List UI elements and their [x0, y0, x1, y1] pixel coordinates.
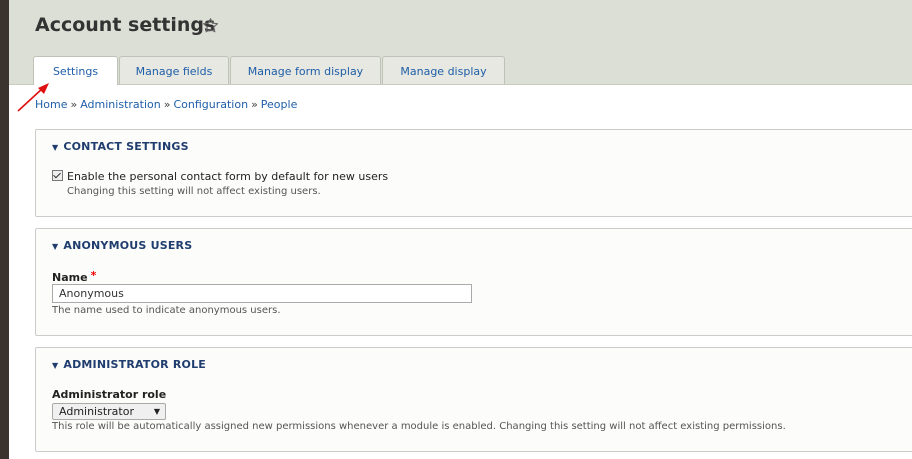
contact-settings-legend-text: CONTACT SETTINGS [63, 140, 189, 153]
page-header: Account settings Settings Manage fields … [9, 0, 912, 85]
tab-manage-display[interactable]: Manage display [382, 56, 505, 84]
triangle-down-icon: ▼ [52, 242, 59, 251]
caret-down-icon: ▼ [153, 407, 160, 416]
breadcrumb: Home» Administration» Configuration» People [35, 98, 297, 111]
star-outline-icon[interactable] [202, 17, 219, 34]
page: Account settings Settings Manage fields … [9, 0, 912, 459]
breadcrumb-configuration[interactable]: Configuration [173, 98, 248, 111]
anonymous-name-description: The name used to indicate anonymous user… [52, 305, 281, 316]
page-title: Account settings [35, 14, 216, 36]
administrator-role-fieldset: ▼ ADMINISTRATOR ROLE Administrator role A… [35, 347, 912, 452]
left-edge-strip [0, 0, 9, 459]
breadcrumb-separator: » [70, 98, 78, 111]
anonymous-users-legend[interactable]: ▼ ANONYMOUS USERS [52, 239, 192, 252]
tab-manage-fields[interactable]: Manage fields [119, 56, 229, 84]
required-marker: * [90, 269, 97, 282]
administrator-role-legend[interactable]: ▼ ADMINISTRATOR ROLE [52, 358, 206, 371]
breadcrumb-home[interactable]: Home [35, 98, 67, 111]
contact-settings-description: Changing this setting will not affect ex… [67, 186, 321, 197]
administrator-role-description: This role will be automatically assigned… [52, 421, 786, 432]
contact-form-checkbox[interactable] [52, 170, 63, 181]
administrator-role-selected: Administrator [59, 405, 134, 418]
anonymous-name-label-text: Name [52, 271, 88, 284]
breadcrumb-separator: » [251, 98, 258, 111]
breadcrumb-separator: » [163, 98, 171, 111]
tab-settings[interactable]: Settings [33, 56, 118, 85]
breadcrumb-people[interactable]: People [261, 98, 298, 111]
breadcrumb-administration[interactable]: Administration [80, 98, 161, 111]
contact-form-checkbox-row: Enable the personal contact form by defa… [52, 170, 388, 183]
anonymous-users-legend-text: ANONYMOUS USERS [63, 239, 193, 252]
contact-settings-legend[interactable]: ▼ CONTACT SETTINGS [52, 140, 189, 153]
contact-form-checkbox-label: Enable the personal contact form by defa… [67, 170, 389, 183]
administrator-role-select[interactable]: Administrator ▼ [52, 403, 166, 420]
administrator-role-label: Administrator role [52, 388, 167, 401]
anonymous-users-fieldset: ▼ ANONYMOUS USERS Name * Anonymous The nam… [35, 228, 912, 336]
administrator-role-legend-text: ADMINISTRATOR ROLE [63, 358, 206, 371]
triangle-down-icon: ▼ [52, 143, 59, 152]
contact-settings-fieldset: ▼ CONTACT SETTINGS Enable the personal co… [35, 129, 912, 217]
anonymous-name-input[interactable]: Anonymous [52, 284, 472, 303]
triangle-down-icon: ▼ [52, 361, 59, 370]
tab-manage-form-display[interactable]: Manage form display [230, 56, 381, 84]
anonymous-name-label: Name * [52, 269, 96, 284]
